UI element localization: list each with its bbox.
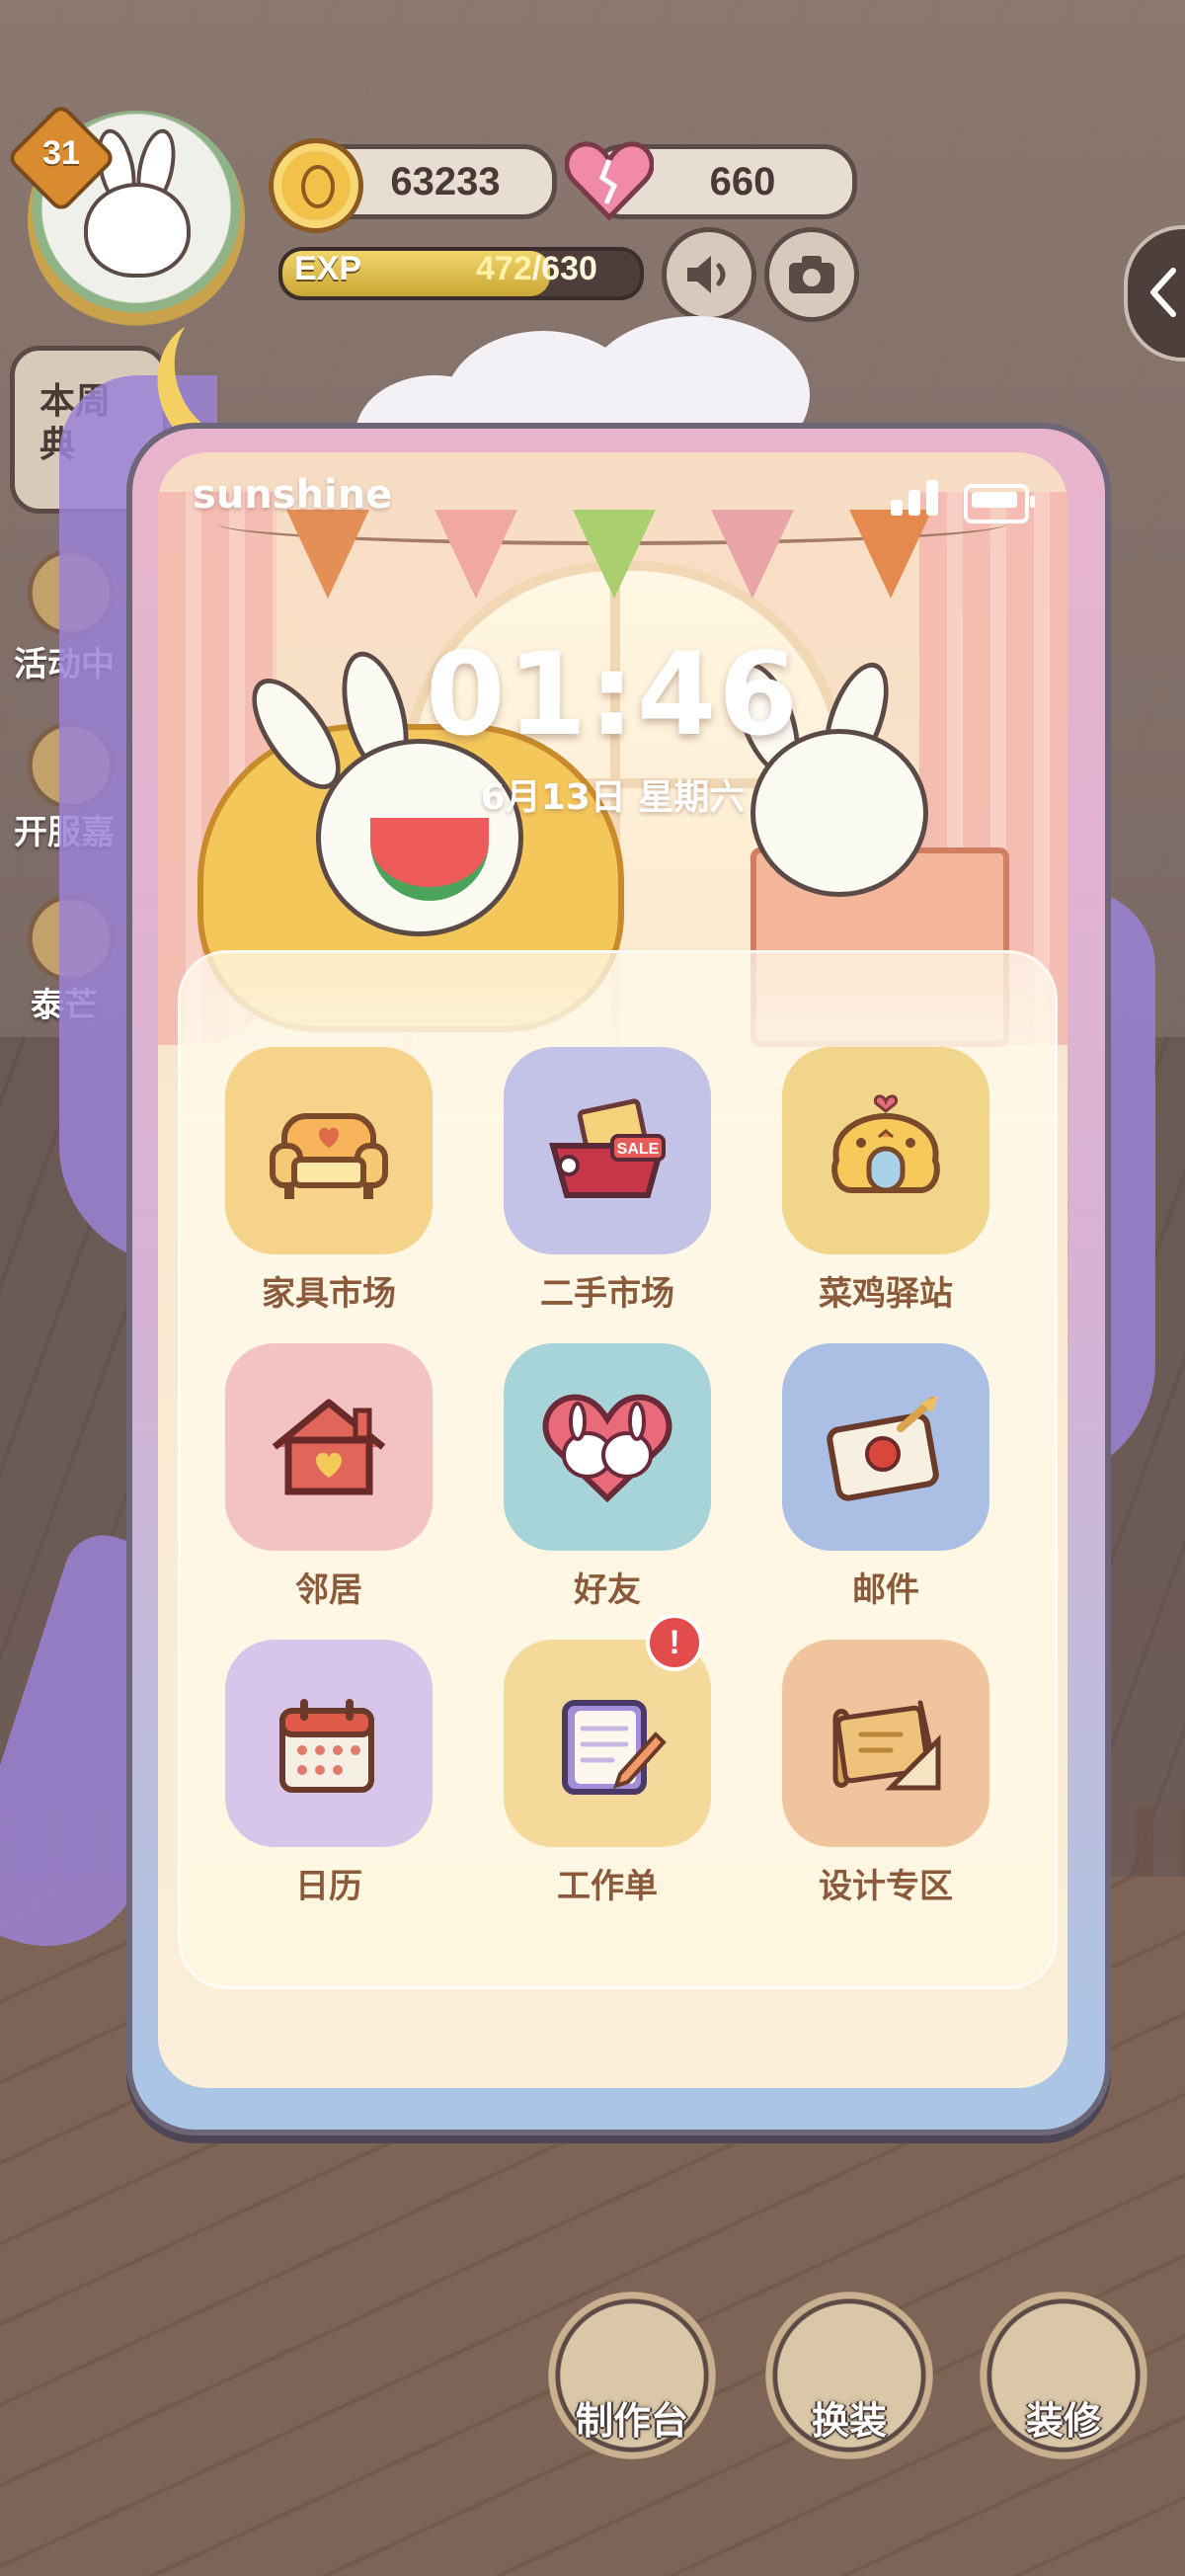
exp-label: EXP — [294, 250, 362, 287]
blueprint-icon — [832, 1700, 941, 1791]
decorate-label: 装修 — [1025, 2399, 1101, 2443]
house-icon — [272, 1399, 386, 1495]
exp-current: 472 — [476, 250, 532, 287]
app-mail[interactable]: 邮件 — [782, 1343, 989, 1611]
app-neighbors[interactable]: 邻居 — [225, 1343, 433, 1611]
broken-heart-icon — [565, 141, 654, 221]
app-label: 二手市场 — [540, 1274, 674, 1314]
craft-label: 制作台 — [575, 2399, 688, 2443]
bunting-flag — [573, 510, 656, 599]
chick-station-icon — [831, 1094, 940, 1193]
svg-text:SALE: SALE — [617, 1141, 660, 1158]
phone-owner-name: sunshine — [193, 472, 393, 518]
app-chick-station[interactable]: 菜鸡驿站 — [782, 1047, 989, 1315]
app-tile[interactable] — [225, 1343, 433, 1551]
app-tile[interactable] — [782, 1047, 989, 1254]
avatar-bunny-head — [84, 183, 191, 278]
battery-icon — [964, 484, 1035, 523]
bunting-flag — [286, 510, 369, 599]
lockscreen-clock: 01:46 — [425, 628, 801, 762]
dress-label: 换装 — [811, 2399, 887, 2443]
signal-icon — [891, 480, 938, 516]
app-label: 邻居 — [295, 1570, 362, 1610]
sale-basket-icon: SALE — [549, 1098, 666, 1198]
camera-button[interactable] — [764, 227, 859, 322]
app-label: 日历 — [295, 1867, 362, 1906]
app-secondhand-market[interactable]: SALE 二手市场 — [504, 1047, 711, 1315]
app-tile[interactable] — [225, 1047, 433, 1254]
calendar-icon — [279, 1699, 374, 1793]
app-furniture-market[interactable]: 家具市场 — [225, 1047, 433, 1315]
chevron-left-icon — [1150, 268, 1176, 317]
app-friends[interactable]: 好友 — [504, 1343, 711, 1611]
bunny-heart-icon — [542, 1394, 672, 1503]
app-tile[interactable] — [504, 1343, 711, 1551]
exp-value: 472/630 — [476, 250, 597, 288]
app-label: 工作单 — [557, 1867, 658, 1906]
app-tile[interactable] — [782, 1343, 989, 1551]
app-design-zone[interactable]: 设计专区 — [782, 1640, 989, 1907]
lockscreen-date: 6月13日 星期六 — [480, 777, 746, 818]
app-label: 好友 — [574, 1570, 641, 1610]
speaker-icon — [687, 256, 726, 293]
sound-button[interactable] — [662, 227, 756, 322]
bunting-flag — [434, 510, 517, 599]
bunting-flag — [849, 510, 932, 599]
app-tile[interactable] — [225, 1640, 433, 1847]
level-value: 31 — [42, 134, 80, 172]
app-label: 家具市场 — [262, 1274, 396, 1314]
notification-badge: ! — [646, 1614, 703, 1671]
envelope-icon — [827, 1397, 939, 1501]
app-panel: 家具市场 SALE 二手市场 菜鸡驿站 邻居 好友 邮件 日历 ! 工作单 设计… — [178, 950, 1058, 1989]
camera-icon — [789, 256, 834, 293]
worksheet-icon — [562, 1700, 667, 1795]
app-tile[interactable] — [782, 1640, 989, 1847]
phone-screen: sunshine 01:46 6月13日 星期六 家具市场 SALE 二手市场 … — [158, 452, 1067, 2088]
app-label: 邮件 — [852, 1570, 919, 1610]
app-tile[interactable]: ! — [504, 1614, 711, 1847]
armchair-icon — [270, 1113, 388, 1199]
app-calendar[interactable]: 日历 — [225, 1640, 433, 1907]
exp-max: /630 — [531, 250, 597, 287]
app-label: 设计专区 — [819, 1867, 953, 1906]
bunting-flag — [711, 510, 794, 599]
app-tile[interactable]: SALE — [504, 1047, 711, 1254]
app-label: 菜鸡驿站 — [819, 1274, 953, 1314]
coin-icon — [269, 138, 363, 233]
app-worksheet[interactable]: ! 工作单 — [504, 1614, 711, 1907]
